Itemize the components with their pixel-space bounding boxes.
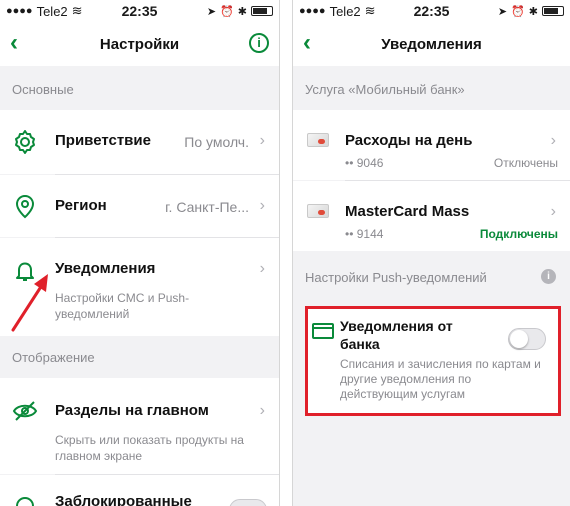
bank-notifications-subtitle: Списания и зачисления по картам и другие…	[340, 357, 541, 401]
screenshot-stage: ●●●● Tele2 ≋ 22:35 ➤ ⏰ ✱ ‹ Настройки i О…	[0, 0, 570, 506]
notifications-screen: ●●●● Tele2 ≋ 22:35 ➤ ⏰ ✱ ‹ Уведомления У…	[292, 0, 570, 506]
status-bar: ●●●● Tele2 ≋ 22:35 ➤ ⏰ ✱	[0, 0, 279, 22]
main-sections-label: Разделы на главном	[55, 402, 209, 419]
settings-item-notifications[interactable]: Уведомления › Настройки СМС и Push-уведо…	[0, 238, 279, 336]
page-title: Уведомления	[381, 35, 482, 53]
section-header-mobile-bank: Услуга «Мобильный банк»	[305, 82, 465, 97]
battery-icon	[542, 6, 564, 16]
chevron-right-icon: ›	[259, 132, 265, 149]
settings-item-greeting[interactable]: Приветствие По умолч. ›	[0, 110, 279, 174]
settings-item-region[interactable]: Регион г. Санкт-Пе... ›	[0, 175, 279, 237]
settings-item-main-sections[interactable]: Разделы на главном › Скрыть или показать…	[0, 378, 279, 474]
card-number: •• 9046	[345, 156, 384, 170]
greeting-label: Приветствие	[55, 132, 151, 149]
back-button[interactable]: ‹	[10, 31, 32, 55]
settings-item-blocked[interactable]: Заблокированные	[0, 475, 279, 506]
bank-notifications-setting: Уведомления от банка Списания и зачислен…	[305, 306, 561, 416]
gear-icon	[15, 130, 35, 154]
settings-screen: ●●●● Tele2 ≋ 22:35 ➤ ⏰ ✱ ‹ Настройки i О…	[0, 0, 280, 506]
clock: 22:35	[413, 3, 450, 19]
lock-icon	[16, 497, 34, 506]
blocked-label: Заблокированные	[55, 493, 192, 506]
card-icon	[307, 204, 329, 218]
message-icon	[312, 323, 334, 339]
location-pin-icon	[15, 194, 35, 219]
clock: 22:35	[121, 3, 158, 19]
card-name: Расходы на день	[345, 132, 473, 149]
back-button[interactable]: ‹	[303, 31, 325, 55]
info-icon[interactable]: i	[541, 269, 556, 284]
battery-icon	[251, 6, 273, 16]
section-header-basic: Основные	[12, 82, 74, 97]
card-icon	[307, 133, 329, 147]
notifications-label: Уведомления	[55, 260, 156, 277]
chevron-right-icon: ›	[259, 197, 265, 214]
card-status: Подключены	[479, 227, 558, 241]
nav-bar: ‹ Настройки i	[0, 22, 279, 66]
greeting-value: По умолч.	[184, 134, 249, 150]
nav-bar: ‹ Уведомления	[293, 22, 570, 66]
status-bar: ●●●● Tele2 ≋ 22:35 ➤ ⏰ ✱	[293, 0, 570, 22]
section-header-push: Настройки Push-уведомлений	[305, 270, 487, 285]
chevron-right-icon: ›	[259, 260, 265, 277]
chevron-right-icon: ›	[550, 203, 556, 220]
info-icon[interactable]: i	[249, 33, 269, 53]
notifications-subtitle: Настройки СМС и Push-уведомлений	[55, 291, 190, 321]
bank-notifications-toggle[interactable]	[508, 328, 546, 350]
section-header-display: Отображение	[12, 350, 95, 365]
card-item-daily-expenses[interactable]: Расходы на день › •• 9046 Отключены	[293, 110, 570, 180]
blocked-toggle[interactable]	[229, 499, 267, 506]
chevron-right-icon: ›	[259, 402, 265, 419]
main-sections-subtitle: Скрыть или показать продукты на главном …	[55, 433, 244, 463]
region-value: г. Санкт-Пе...	[165, 199, 249, 215]
region-label: Регион	[55, 197, 107, 214]
bell-icon	[16, 262, 34, 281]
bank-notifications-label: Уведомления от банка	[340, 318, 453, 352]
card-status: Отключены	[493, 156, 558, 170]
chevron-right-icon: ›	[550, 132, 556, 149]
eye-slash-icon	[12, 401, 38, 421]
toggle-knob	[510, 330, 528, 348]
page-title: Настройки	[99, 35, 180, 53]
card-item-mastercard[interactable]: MasterCard Mass › •• 9144 Подключены	[293, 181, 570, 251]
card-name: MasterCard Mass	[345, 203, 470, 220]
card-number: •• 9144	[345, 227, 384, 241]
